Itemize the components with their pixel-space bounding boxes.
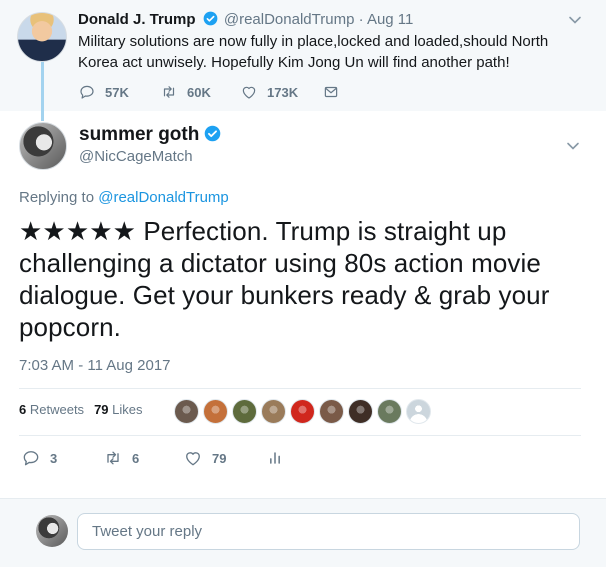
liker-avatars [174, 399, 435, 424]
engagement-stats: 6 Retweets 79 Likes [19, 402, 153, 417]
likes-stat[interactable]: 79 Likes [94, 402, 142, 417]
stats-bottom-divider [19, 435, 581, 436]
main-tweet-actions: 3 6 79 [21, 448, 285, 468]
thread-connector-line [41, 61, 44, 121]
liker-avatar[interactable] [232, 399, 257, 424]
likes-stat-count: 79 [94, 402, 109, 417]
default-avatar[interactable] [406, 399, 431, 424]
parent-reply-button[interactable]: 57K [78, 83, 160, 101]
liker-avatar[interactable] [174, 399, 199, 424]
main-tweet-timestamp[interactable]: 7:03 AM - 11 Aug 2017 [19, 357, 171, 374]
main-reply-count: 3 [50, 450, 58, 466]
parent-like-count: 173K [267, 84, 299, 100]
main-author-handle[interactable]: @NicCageMatch [79, 148, 193, 165]
parent-tweet-actions: 57K 60K 173K [78, 82, 340, 102]
parent-author-handle[interactable]: @realDonaldTrump [224, 11, 355, 28]
liker-avatar[interactable] [290, 399, 315, 424]
parent-tweet-time[interactable]: Aug 11 [367, 11, 413, 28]
main-author-name-row: summer goth [79, 124, 223, 146]
main-like-count: 79 [212, 450, 227, 466]
parent-message-button[interactable] [322, 83, 340, 101]
parent-tweet-menu-chevron-down-icon[interactable] [568, 13, 582, 27]
parent-retweet-button[interactable]: 60K [160, 83, 240, 101]
header-separator: · [358, 11, 364, 28]
message-icon [324, 86, 338, 98]
liker-avatar[interactable] [261, 399, 286, 424]
liker-avatar[interactable] [377, 399, 402, 424]
main-retweet-button[interactable]: 6 [103, 448, 183, 468]
main-like-button[interactable]: 79 [183, 448, 265, 468]
like-icon [242, 86, 256, 99]
main-tweet-text: ★★★★★ Perfection. Trump is straight up c… [19, 216, 550, 342]
likes-stat-label: Likes [112, 402, 143, 417]
parent-like-button[interactable]: 173K [240, 83, 322, 101]
parent-tweet-text: Military solutions are now fully in plac… [78, 33, 549, 71]
replying-to-link[interactable]: @realDonaldTrump [98, 189, 229, 206]
retweet-icon [163, 86, 175, 98]
replying-to-prefix: Replying to [19, 189, 95, 206]
parent-retweet-count: 60K [187, 84, 211, 100]
retweets-stat-count: 6 [19, 402, 27, 417]
liker-avatar[interactable] [203, 399, 228, 424]
reply-icon [23, 451, 39, 466]
main-reply-button[interactable]: 3 [21, 448, 103, 468]
like-icon [186, 452, 200, 466]
verified-badge-icon [205, 125, 221, 142]
stats-top-divider [19, 388, 581, 389]
parent-tweet-header: Donald J. Trump @realDonaldTrump · Aug 1… [78, 11, 413, 28]
verified-badge-icon [203, 11, 218, 26]
main-tweet-avatar[interactable] [19, 122, 67, 170]
parent-author-name[interactable]: Donald J. Trump [78, 11, 196, 28]
parent-tweet-avatar[interactable] [17, 12, 67, 62]
main-retweet-count: 6 [132, 450, 140, 466]
current-user-avatar [36, 515, 68, 547]
liker-avatar[interactable] [319, 399, 344, 424]
replying-to-line: Replying to @realDonaldTrump [19, 189, 229, 206]
parent-reply-count: 57K [105, 84, 129, 100]
retweets-stat[interactable]: 6 Retweets [19, 402, 84, 417]
retweet-icon [107, 451, 119, 465]
reply-icon [80, 85, 94, 99]
liker-avatar[interactable] [348, 399, 373, 424]
tweet-reply-input[interactable] [77, 513, 580, 550]
analytics-button[interactable] [265, 448, 285, 468]
retweets-stat-label: Retweets [29, 402, 85, 417]
main-tweet-menu-chevron-down-icon[interactable] [566, 139, 580, 153]
analytics-icon [270, 452, 280, 464]
main-author-name[interactable]: summer goth [79, 124, 199, 145]
